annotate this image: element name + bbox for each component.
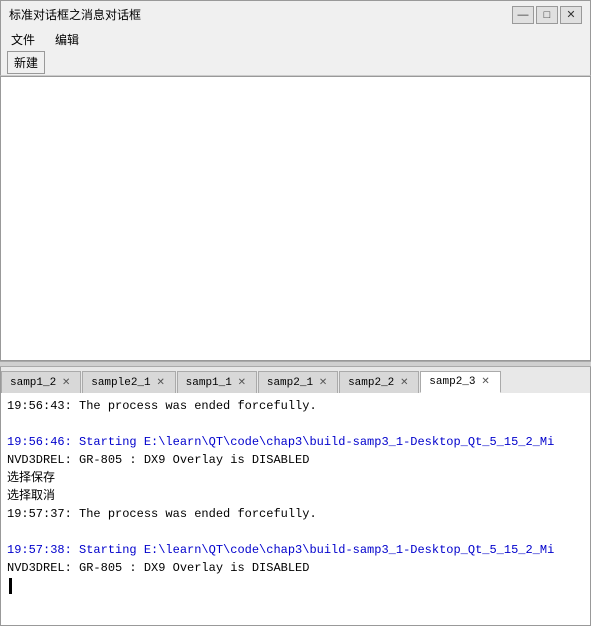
close-button[interactable]: ✕ [560, 6, 582, 24]
tab-close-icon[interactable]: ✕ [480, 376, 492, 388]
tab-label: sample2_1 [91, 377, 150, 389]
tab-samp2-3[interactable]: samp2_3 ✕ [420, 371, 500, 393]
console-line: NVD3DREL: GR-805 : DX9 Overlay is DISABL… [7, 559, 584, 577]
console-line: 19:57:37: The process was ended forceful… [7, 505, 584, 523]
console-line: 19:57:38: Starting E:\learn\QT\code\chap… [7, 541, 584, 559]
console-line: 选择保存 [7, 469, 584, 487]
tab-label: samp2_1 [267, 377, 313, 389]
tab-close-icon[interactable]: ✕ [317, 377, 329, 389]
console-line: NVD3DREL: GR-805 : DX9 Overlay is DISABL… [7, 451, 584, 469]
console-cursor-line [7, 577, 584, 595]
maximize-button[interactable]: □ [536, 6, 558, 24]
tabs-area: samp1_2 ✕ sample2_1 ✕ samp1_1 ✕ samp2_1 … [0, 367, 591, 393]
title-bar: 标准对话框之消息对话框 — □ ✕ [0, 0, 591, 28]
toolbar: 新建 [0, 50, 591, 76]
tab-label: samp2_3 [429, 376, 475, 388]
tab-label: samp2_2 [348, 377, 394, 389]
console-area[interactable]: 19:56:43: The process was ended forceful… [0, 393, 591, 626]
console-line [7, 415, 584, 433]
console-line: 选择取消 [7, 487, 584, 505]
tab-sample2-1[interactable]: sample2_1 ✕ [82, 371, 175, 393]
tab-close-icon[interactable]: ✕ [236, 377, 248, 389]
tab-samp1-1[interactable]: samp1_1 ✕ [177, 371, 257, 393]
window-title: 标准对话框之消息对话框 [9, 6, 141, 23]
editor-area[interactable] [0, 76, 591, 361]
tab-close-icon[interactable]: ✕ [398, 377, 410, 389]
console-line: 19:56:43: The process was ended forceful… [7, 397, 584, 415]
tab-samp2-1[interactable]: samp2_1 ✕ [258, 371, 338, 393]
text-cursor-icon [9, 578, 12, 594]
tab-close-icon[interactable]: ✕ [155, 377, 167, 389]
menu-edit[interactable]: 编辑 [49, 29, 85, 50]
tab-samp1-2[interactable]: samp1_2 ✕ [1, 371, 81, 393]
console-line [7, 523, 584, 541]
tab-label: samp1_2 [10, 377, 56, 389]
menu-bar: 文件 编辑 [0, 28, 591, 50]
new-button[interactable]: 新建 [7, 51, 45, 74]
minimize-button[interactable]: — [512, 6, 534, 24]
window-controls: — □ ✕ [512, 6, 582, 24]
menu-file[interactable]: 文件 [5, 29, 41, 50]
console-line: 19:56:46: Starting E:\learn\QT\code\chap… [7, 433, 584, 451]
tab-samp2-2[interactable]: samp2_2 ✕ [339, 371, 419, 393]
tab-close-icon[interactable]: ✕ [60, 377, 72, 389]
tab-label: samp1_1 [186, 377, 232, 389]
